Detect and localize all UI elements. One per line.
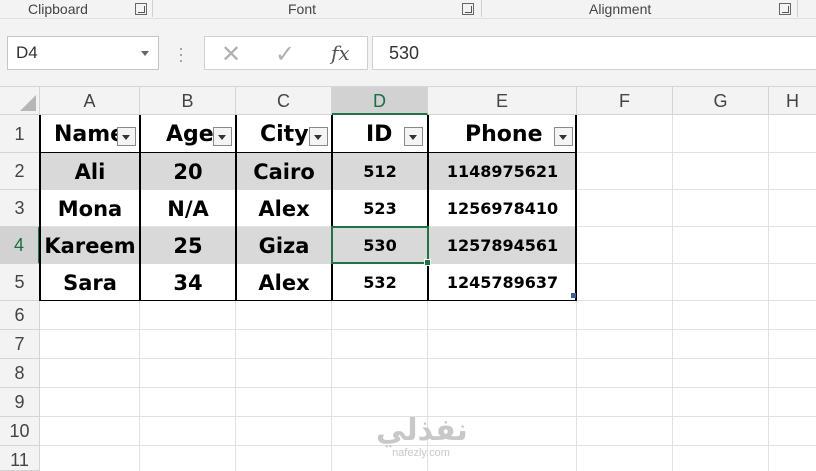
column-header-f[interactable]: F (577, 87, 673, 115)
cell-e2[interactable]: 1148975621 (428, 153, 577, 190)
formula-buttons: ✕ ✓ fx (204, 36, 368, 70)
ribbon-group-clipboard: Clipboard (28, 1, 88, 17)
nafezly-watermark: نفذلي nafezly.com (376, 413, 468, 460)
table-border (40, 152, 577, 153)
column-header-g[interactable]: G (673, 87, 769, 115)
column-header-h[interactable]: H (769, 87, 816, 115)
table-border (39, 115, 41, 301)
cell-b2[interactable]: 20 (140, 153, 236, 190)
row-header-5[interactable]: 5 (0, 264, 40, 301)
chevron-down-icon[interactable] (141, 51, 149, 56)
watermark-logo: نفذلي (376, 413, 468, 448)
watermark-url: nafezly.com (392, 447, 450, 459)
row-header-6[interactable]: 6 (0, 301, 40, 330)
table-border (139, 115, 141, 301)
formula-input[interactable]: 530 (372, 36, 816, 70)
cell-a2[interactable]: Ali (40, 153, 140, 190)
filter-dropdown-id[interactable] (404, 127, 423, 146)
column-header-c[interactable]: C (236, 87, 332, 115)
column-header-d[interactable]: D (332, 87, 428, 115)
cell-b4[interactable]: 25 (140, 227, 236, 264)
row-header-11[interactable]: 11 (0, 446, 40, 471)
ribbon-group-labels: Clipboard Font Alignment (0, 0, 816, 19)
cell-d3[interactable]: 523 (332, 190, 428, 227)
cell-c4[interactable]: Giza (236, 227, 332, 264)
cell-d5[interactable]: 532 (332, 264, 428, 301)
table-border (40, 300, 577, 301)
cell-a3[interactable]: Mona (40, 190, 140, 227)
cell-e4[interactable]: 1257894561 (428, 227, 577, 264)
cell-c3[interactable]: Alex (236, 190, 332, 227)
enter-icon[interactable]: ✓ (275, 40, 295, 69)
select-all-button[interactable] (0, 87, 40, 115)
select-all-icon (20, 95, 36, 111)
column-header-e[interactable]: E (428, 87, 577, 115)
cancel-icon[interactable]: ✕ (221, 40, 241, 69)
row-header-8[interactable]: 8 (0, 359, 40, 388)
cell-c5[interactable]: Alex (236, 264, 332, 301)
ribbon-group-alignment: Alignment (589, 1, 652, 17)
row-header-3[interactable]: 3 (0, 190, 40, 227)
cell-a5[interactable]: Sara (40, 264, 140, 301)
row-header-4[interactable]: 4 (0, 227, 40, 264)
table-border (331, 115, 333, 301)
name-box[interactable]: D4 (7, 36, 159, 70)
alignment-launcher-icon[interactable] (779, 3, 791, 15)
name-box-value: D4 (16, 43, 38, 62)
table-border (575, 115, 577, 301)
table-border (235, 115, 237, 301)
table-resize-handle[interactable] (571, 293, 576, 298)
filter-dropdown-name[interactable] (117, 127, 136, 146)
ribbon-separator (152, 0, 153, 17)
filter-dropdown-age[interactable] (213, 127, 232, 146)
ribbon-separator (481, 0, 482, 17)
font-launcher-icon[interactable] (462, 3, 474, 15)
more-options-icon[interactable]: · · · (178, 39, 184, 69)
cell-b3[interactable]: N/A (140, 190, 236, 227)
table-border (427, 115, 429, 301)
ribbon-separator (797, 0, 798, 17)
fill-handle[interactable] (424, 259, 431, 266)
filter-dropdown-city[interactable] (309, 127, 328, 146)
cell-b5[interactable]: 34 (140, 264, 236, 301)
clipboard-launcher-icon[interactable] (135, 3, 147, 15)
insert-function-icon[interactable]: fx (331, 41, 350, 65)
cell-a4[interactable]: Kareem (40, 227, 140, 264)
row-header-2[interactable]: 2 (0, 153, 40, 190)
row-header-7[interactable]: 7 (0, 330, 40, 359)
cell-e3[interactable]: 1256978410 (428, 190, 577, 227)
ribbon-group-font: Font (288, 1, 317, 17)
row-header-10[interactable]: 10 (0, 417, 40, 446)
column-header-b[interactable]: B (140, 87, 236, 115)
formula-bar: D4 · · · ✕ ✓ fx 530 (0, 19, 816, 87)
row-header-1[interactable]: 1 (0, 115, 40, 153)
cell-c2[interactable]: Cairo (236, 153, 332, 190)
active-cell-outline (331, 226, 429, 264)
column-header-a[interactable]: A (40, 87, 140, 115)
cell-e5[interactable]: 1245789637 (428, 264, 577, 301)
row-header-9[interactable]: 9 (0, 388, 40, 417)
filter-dropdown-phone[interactable] (554, 127, 573, 146)
cell-d2[interactable]: 512 (332, 153, 428, 190)
